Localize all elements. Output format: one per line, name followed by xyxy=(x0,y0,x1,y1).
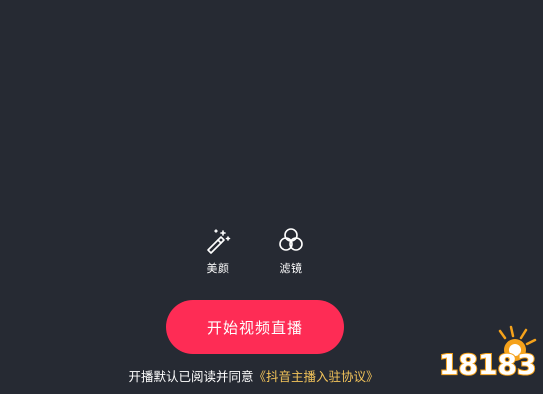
beauty-tool[interactable]: 美颜 xyxy=(188,225,248,276)
watermark-text: 18183 xyxy=(439,348,536,381)
agreement-link[interactable]: 《抖音主播入驻协议》 xyxy=(254,369,379,384)
filter-label: 滤镜 xyxy=(279,262,303,275)
start-live-button[interactable]: 开始视频直播 xyxy=(166,300,344,354)
beauty-label: 美颜 xyxy=(206,262,230,275)
watermark-logo: 18183 xyxy=(437,322,537,382)
filter-tool[interactable]: 滤镜 xyxy=(261,225,321,276)
agreement-prefix: 开播默认已阅读并同意 xyxy=(128,369,254,384)
filter-circles-icon xyxy=(276,225,306,255)
agreement-text: 开播默认已阅读并同意《抖音主播入驻协议》 xyxy=(0,366,507,385)
magic-wand-icon xyxy=(203,225,233,255)
